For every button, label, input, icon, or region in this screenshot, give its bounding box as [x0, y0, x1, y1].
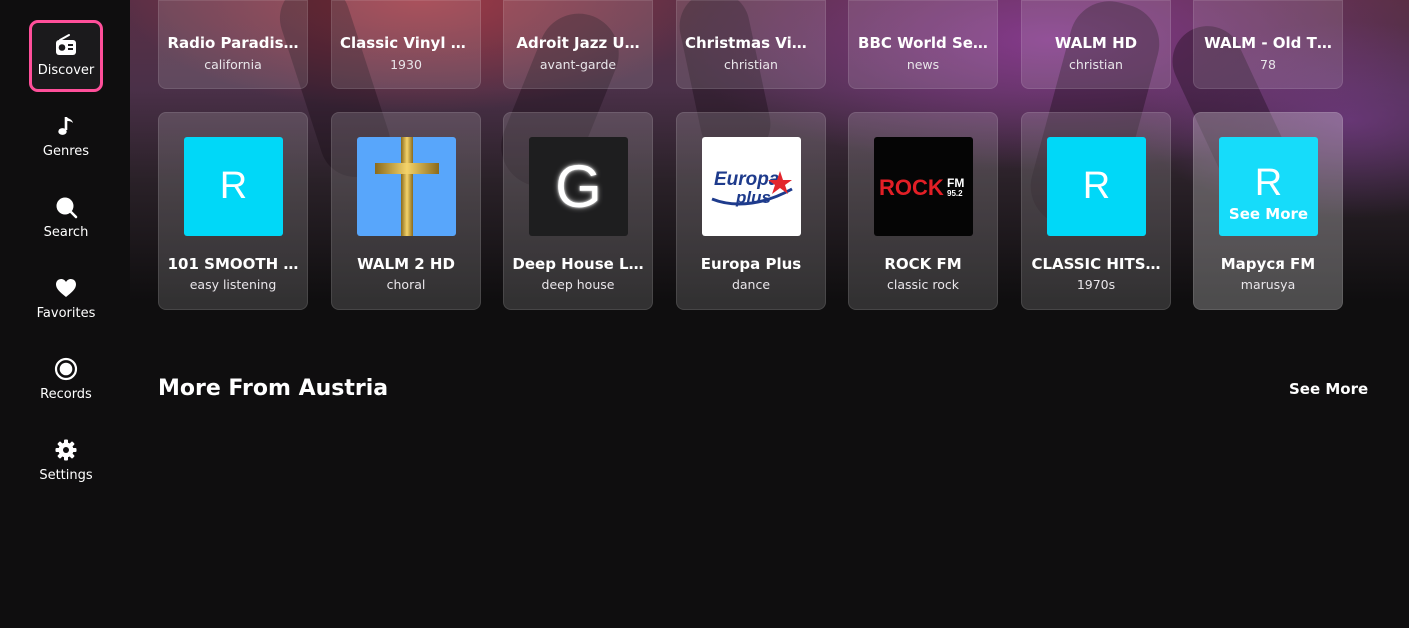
station-card[interactable]: Europa plus Europa Plus dance: [676, 112, 826, 310]
station-card[interactable]: ROCK FM 95.2 ROCK FM classic rock: [848, 112, 998, 310]
station-card[interactable]: Radio Paradis… california: [158, 0, 308, 89]
station-title: WALM HD: [1054, 34, 1138, 52]
station-logo: [357, 137, 456, 236]
logo-letter: R: [1254, 162, 1283, 204]
sidebar: Discover Genres Search Favorites Records: [0, 0, 130, 628]
station-genre: christian: [724, 57, 778, 72]
see-more-link[interactable]: See More: [1289, 380, 1368, 398]
music-note-icon: [58, 117, 73, 135]
logo-letter: R: [219, 165, 248, 207]
gear-icon: [55, 439, 77, 461]
station-title: WALM - Old T…: [1204, 34, 1332, 52]
station-logo: G: [529, 137, 628, 236]
sidebar-item-label: Settings: [39, 468, 93, 483]
europa-plus-logo: Europa plus: [711, 169, 793, 207]
logo-letter: G: [555, 153, 602, 220]
svg-text:ROCK: ROCK: [879, 175, 944, 200]
station-genre: classic rock: [887, 277, 959, 292]
sidebar-item-label: Discover: [37, 63, 95, 78]
station-genre: christian: [1069, 57, 1123, 72]
section-title: More From Austria: [158, 376, 389, 401]
station-title: Маруся FM: [1220, 255, 1316, 273]
station-genre: dance: [731, 277, 771, 292]
station-genre: 1930: [390, 57, 422, 72]
station-title: Europa Plus: [700, 255, 802, 273]
svg-text:95.2: 95.2: [947, 189, 963, 198]
sidebar-item-records[interactable]: Records: [29, 344, 103, 416]
station-title: ROCK FM: [884, 255, 962, 273]
station-title: BBC World Se…: [858, 34, 988, 52]
see-more-overlay[interactable]: See More: [1219, 205, 1318, 223]
sidebar-item-genres[interactable]: Genres: [29, 101, 103, 173]
station-logo: R: [184, 137, 283, 236]
station-title: WALM 2 HD: [357, 255, 455, 273]
sidebar-item-discover[interactable]: Discover: [29, 20, 103, 92]
station-card[interactable]: WALM 2 HD choral: [331, 112, 481, 310]
station-card[interactable]: Classic Vinyl HD 1930: [331, 0, 481, 89]
station-logo: ROCK FM 95.2: [874, 137, 973, 236]
svg-text:FM: FM: [947, 176, 964, 190]
radio-icon: [56, 34, 76, 55]
sidebar-item-label: Genres: [42, 144, 90, 159]
station-card[interactable]: R 101 SMOOTH … easy listening: [158, 112, 308, 310]
station-title: CLASSIC HITS…: [1031, 255, 1161, 273]
station-card[interactable]: R See More Маруся FM marusya: [1193, 112, 1343, 310]
sidebar-item-label: Favorites: [36, 306, 96, 321]
station-title: Classic Vinyl HD: [340, 34, 472, 52]
record-icon: [54, 357, 78, 381]
station-title: Radio Paradis…: [167, 34, 299, 52]
svg-text:plus: plus: [735, 188, 771, 207]
station-genre: 78: [1260, 57, 1276, 72]
station-title: 101 SMOOTH …: [167, 255, 299, 273]
heart-icon: [56, 279, 76, 297]
sidebar-item-label: Search: [43, 225, 89, 240]
station-logo: Europa plus: [702, 137, 801, 236]
sidebar-item-label: Records: [40, 387, 92, 402]
search-icon: [56, 197, 78, 219]
sidebar-item-search[interactable]: Search: [29, 182, 103, 254]
station-genre: deep house: [541, 277, 615, 292]
station-genre: avant-garde: [539, 57, 617, 72]
station-card[interactable]: R CLASSIC HITS… 1970s: [1021, 112, 1171, 310]
station-genre: 1970s: [1076, 277, 1116, 292]
station-genre: marusya: [1240, 277, 1296, 292]
station-genre: news: [906, 57, 940, 72]
station-genre: california: [204, 57, 262, 72]
station-card[interactable]: BBC World Se… news: [848, 0, 998, 89]
svg-text:Europa: Europa: [714, 169, 780, 190]
rock-fm-logo: ROCK FM 95.2: [879, 175, 964, 200]
golden-cross-icon: [375, 137, 439, 236]
sidebar-item-settings[interactable]: Settings: [29, 425, 103, 497]
station-title: Deep House L…: [512, 255, 644, 273]
station-title: Christmas Vin…: [685, 34, 817, 52]
station-card[interactable]: WALM - Old T… 78: [1193, 0, 1343, 89]
logo-letter: R: [1082, 165, 1111, 207]
station-card[interactable]: Christmas Vin… christian: [676, 0, 826, 89]
station-card[interactable]: G Deep House L… deep house: [503, 112, 653, 310]
station-card[interactable]: WALM HD christian: [1021, 0, 1171, 89]
station-logo: R: [1047, 137, 1146, 236]
station-card[interactable]: Adroit Jazz U… avant-garde: [503, 0, 653, 89]
station-genre: easy listening: [189, 277, 277, 292]
sidebar-item-favorites[interactable]: Favorites: [29, 263, 103, 335]
station-logo: R See More: [1219, 137, 1318, 236]
station-genre: choral: [386, 277, 426, 292]
station-title: Adroit Jazz U…: [516, 34, 640, 52]
